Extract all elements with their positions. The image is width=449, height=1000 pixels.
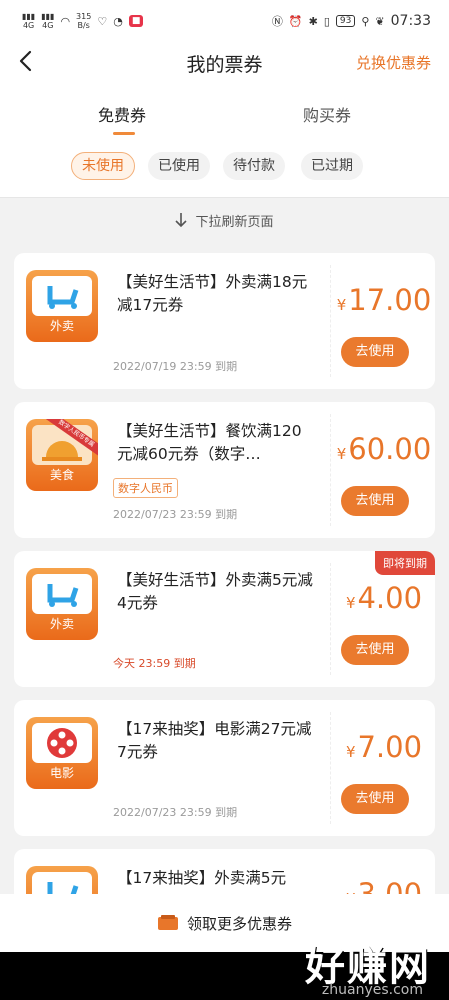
coupon-ticket-icon [157, 915, 178, 930]
refresh-text: 下拉刷新页面 [195, 214, 274, 230]
app-header: 我的票券 兑换优惠券 [0, 42, 449, 82]
coupon-tag: 数字人民币 [113, 478, 178, 498]
coupon-card[interactable]: 数字人民币专属 美食 【美好生活节】餐饮满120元减60元券（数字… 数字人民币… [14, 402, 435, 538]
coupon-expiry: 2022/07/23 23:59 到期 [113, 806, 238, 819]
category-label: 外卖 [49, 617, 74, 631]
card-divider [330, 563, 331, 675]
pull-to-refresh: 下拉刷新页面 [0, 200, 449, 240]
use-coupon-button[interactable]: 去使用 [341, 784, 409, 814]
tab-purchased-coupons[interactable]: 购买券 [303, 102, 351, 126]
scooter-icon [47, 286, 79, 309]
tile-panel [32, 276, 92, 316]
card-divider [330, 712, 331, 824]
use-coupon-button[interactable]: 去使用 [341, 337, 409, 367]
coupon-card[interactable]: 外卖 【美好生活节】外卖满18元减17元券 2022/07/19 23:59 到… [14, 253, 435, 389]
wechat-icon: ◔ [113, 14, 123, 28]
alarm-icon: ⏰ [288, 14, 303, 28]
category-tile-takeout: 外卖 [26, 270, 98, 342]
category-label: 电影 [49, 766, 74, 780]
signal-icon-1: ▮▮▮ 4G [22, 12, 36, 30]
coupon-title: 【美好生活节】餐饮满120元减60元券（数字… [117, 422, 302, 463]
coupon-price: ¥60.00 [332, 432, 435, 466]
use-coupon-button[interactable]: 去使用 [341, 486, 409, 516]
coupon-type-tabs: 免费券 购买券 [0, 82, 449, 144]
currency-symbol: ¥ [345, 594, 356, 612]
coupon-amount: 4.00 [357, 581, 423, 615]
tile-panel [32, 723, 92, 763]
status-filters: 未使用 已使用 待付款 已过期 [0, 144, 449, 198]
active-tab-indicator [113, 132, 135, 135]
filter-used[interactable]: 已使用 [148, 152, 210, 180]
currency-symbol: ¥ [336, 445, 347, 463]
coupon-amount: 17.00 [348, 283, 432, 317]
tile-panel [32, 574, 92, 614]
status-bar: ▮▮▮ 4G ▮▮▮ 4G ◠ 315 B/s ♡ ◔ ■ Ⓝ ⏰ ✱ ▯ 93 ⚲… [0, 0, 449, 42]
status-left: ▮▮▮ 4G ▮▮▮ 4G ◠ 315 B/s ♡ ◔ ■ [22, 12, 144, 30]
vibrate-icon: ▯ [323, 14, 330, 28]
location-icon: ⚲ [361, 14, 370, 28]
bluetooth-icon: ✱ [308, 14, 318, 28]
expiring-soon-badge: 即将到期 [375, 551, 435, 575]
coupon-title: 【美好生活节】外卖满5元减4元券 [117, 571, 313, 612]
card-divider [330, 414, 331, 526]
coupon-title: 【17来抽奖】外卖满5元 [117, 869, 287, 887]
coupon-price: ¥17.00 [332, 283, 435, 317]
coupon-expiry: 2022/07/19 23:59 到期 [113, 360, 238, 373]
redeem-coupon-link[interactable]: 兑换优惠券 [356, 52, 431, 73]
signal-icon-2: ▮▮▮ 4G [41, 12, 55, 30]
wifi-icon: ◠ [60, 14, 71, 28]
clock: 07:33 [390, 13, 431, 29]
arrow-down-icon [175, 213, 188, 228]
currency-symbol: ¥ [336, 296, 347, 314]
coupon-card[interactable]: 即将到期 外卖 【美好生活节】外卖满5元减4元券 今天 23:59 到期 ¥4.… [14, 551, 435, 687]
filter-unused[interactable]: 未使用 [71, 152, 135, 180]
coupon-card[interactable]: 电影 【17来抽奖】电影满27元减7元券 2022/07/23 23:59 到期… [14, 700, 435, 836]
coupon-title: 【17来抽奖】电影满27元减7元券 [117, 720, 312, 761]
status-right: Ⓝ ⏰ ✱ ▯ 93 ⚲ ❦ 07:33 [272, 13, 431, 29]
category-tile-movie: 电影 [26, 717, 98, 789]
currency-symbol: ¥ [345, 743, 356, 761]
app-notification-icon: ■ [128, 15, 144, 27]
category-tile-takeout: 外卖 [26, 568, 98, 640]
filter-pending-payment[interactable]: 待付款 [223, 152, 285, 180]
use-coupon-button[interactable]: 去使用 [341, 635, 409, 665]
coupon-title: 【美好生活节】外卖满18元减17元券 [117, 273, 308, 314]
coupon-price: ¥7.00 [332, 730, 435, 764]
category-label: 美食 [49, 468, 74, 482]
film-reel-icon [47, 728, 77, 758]
coupon-price: ¥4.00 [332, 581, 435, 615]
coupon-expiry: 2022/07/23 23:59 到期 [113, 508, 238, 521]
health-icon: ♡ [97, 14, 108, 28]
category-label: 外卖 [49, 319, 74, 333]
tab-free-coupons[interactable]: 免费券 [98, 102, 146, 126]
battery-icon: 93 [335, 15, 356, 27]
leaf-icon: ❦ [375, 14, 385, 28]
coupon-expiry: 今天 23:59 到期 [113, 657, 196, 670]
watermark-url: zhuanyes.com [321, 982, 423, 998]
nfc-icon: Ⓝ [271, 15, 283, 28]
network-speed: 315 B/s [76, 12, 92, 30]
category-tile-food: 数字人民币专属 美食 [26, 419, 98, 491]
get-more-coupons-label: 领取更多优惠券 [186, 914, 292, 933]
coupon-amount: 7.00 [357, 730, 423, 764]
coupon-amount: 60.00 [348, 432, 432, 466]
watermark-strip: 好赚网 zhuanyes.com [0, 944, 449, 1000]
filter-expired[interactable]: 已过期 [301, 152, 363, 180]
card-divider [330, 265, 331, 377]
scooter-icon [47, 584, 79, 607]
